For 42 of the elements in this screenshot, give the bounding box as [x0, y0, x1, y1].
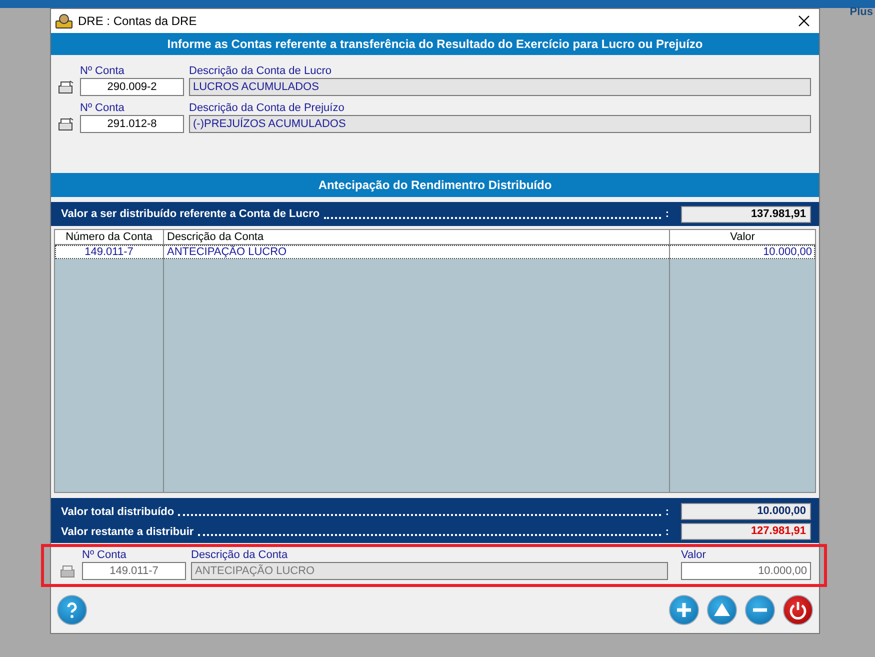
close-icon	[798, 15, 810, 27]
field-label: Nº Conta	[80, 102, 126, 114]
field-label: Descrição da Conta de Lucro	[189, 65, 332, 77]
section-title: Antecipação do Rendimentro Distribuído	[318, 178, 552, 192]
description-field: (-)PREJUÍZOS ACUMULADOS	[189, 115, 811, 133]
field-label: Descrição da Conta de Prejuízo	[189, 102, 346, 114]
app-icon	[55, 13, 73, 29]
up-button[interactable]	[707, 594, 737, 624]
field-label: Descrição da Conta	[191, 549, 289, 561]
drawer-icon[interactable]	[57, 116, 75, 132]
summary-label: Valor a ser distribuído referente a Conta de Lucro	[61, 208, 320, 220]
add-button[interactable]	[669, 594, 699, 624]
account-number-field[interactable]: 290.009-2	[80, 78, 184, 96]
minus-icon	[753, 608, 767, 612]
field-label: Valor	[681, 549, 707, 561]
table-row[interactable]: 149.011-7 ANTECIPAÇÃO LUCRO 10.000,00	[55, 245, 815, 259]
separator-text: :	[665, 526, 669, 538]
toolbar-label: Plus	[850, 6, 873, 18]
drawer-icon[interactable]	[57, 79, 75, 95]
table-cell-text: 10.000,00	[762, 245, 813, 259]
window-title: DRE : Contas da DRE	[78, 14, 198, 28]
separator-text: :	[665, 506, 669, 518]
column-header: Valor	[729, 230, 756, 244]
column-header: Número da Conta	[55, 230, 164, 244]
amount-field: 137.981,91	[681, 206, 811, 222]
power-button[interactable]	[783, 594, 813, 624]
amount-field: 127.981,91	[681, 523, 811, 540]
column-header: Descrição da Conta	[164, 230, 670, 244]
table-cell: ANTECIPAÇÃO LUCRO	[164, 245, 670, 259]
description-field: LUCROS ACUMULADOS	[189, 78, 811, 96]
account-number-field[interactable]: 291.012-8	[80, 115, 184, 133]
separator-text: :	[665, 208, 669, 220]
amount-field: 10.000,00	[681, 503, 811, 520]
summary-label: Valor total distribuído	[61, 506, 174, 518]
field-label: Nº Conta	[80, 65, 126, 77]
field-label: Nº Conta	[82, 549, 128, 561]
header-text: Informe as Contas referente a transferência do Resultado do Exercício para Lucro ou Prejuízo	[167, 37, 703, 51]
summary-label: Valor restante a distribuir	[61, 526, 194, 538]
table-cell: 149.011-7	[55, 245, 164, 259]
description-field: ANTECIPAÇÃO LUCRO	[191, 562, 668, 580]
remove-button[interactable]	[745, 594, 775, 624]
help-button[interactable]	[57, 594, 87, 624]
